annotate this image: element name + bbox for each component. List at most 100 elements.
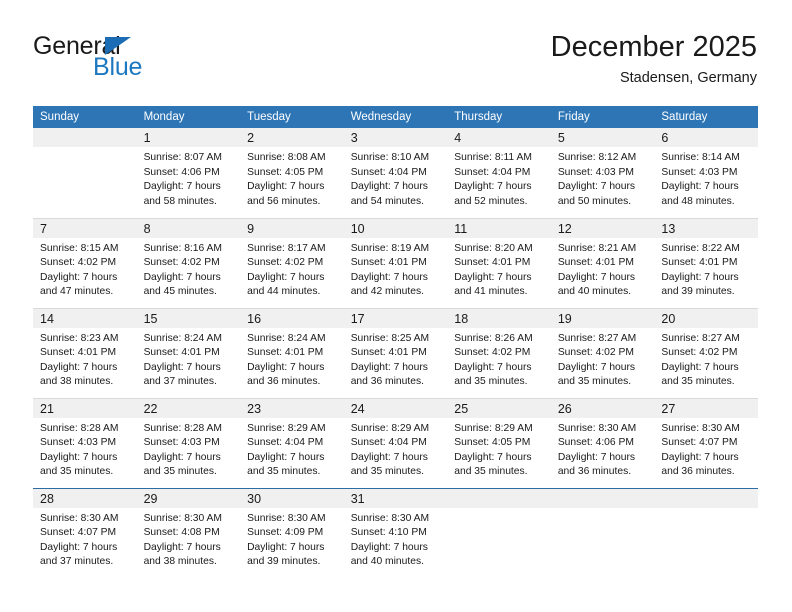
- sunset-text: Sunset: 4:01 PM: [247, 347, 324, 359]
- calendar-day-cell[interactable]: 1 Sunrise: 8:07 AM Sunset: 4:06 PM Daylight…: [136, 128, 241, 218]
- sunset-text: Sunset: 4:10 PM: [350, 527, 427, 539]
- daylight-text-line1: Daylight: 7 hours: [143, 451, 221, 463]
- daylight-text-line2: and 35 minutes.: [454, 376, 528, 388]
- day-number: 13: [661, 221, 676, 236]
- day-number-band: 1: [136, 128, 241, 147]
- daylight-text-line1: Daylight: 7 hours: [557, 361, 636, 373]
- day-number-band: 27: [654, 398, 758, 418]
- sunrise-text: Sunrise: 8:17 AM: [247, 242, 326, 254]
- calendar-day-cell[interactable]: 11 Sunrise: 8:20 AM Sunset: 4:01 PM Dayligh…: [447, 217, 551, 308]
- calendar-day-cell[interactable]: 10 Sunrise: 8:19 AM Sunset: 4:01 PM Dayligh…: [343, 217, 448, 308]
- sunrise-text: Sunrise: 8:29 AM: [350, 422, 430, 434]
- calendar-day-cell[interactable]: 23 Sunrise: 8:29 AM Sunset: 4:04 PM Dayligh…: [240, 397, 344, 488]
- calendar-day-cell[interactable]: 13 Sunrise: 8:22 AM Sunset: 4:01 PM Dayligh…: [654, 217, 758, 308]
- calendar-day-cell[interactable]: 6 Sunrise: 8:14 AM Sunset: 4:03 PM Daylight…: [654, 128, 758, 218]
- calendar-day-cell[interactable]: 5 Sunrise: 8:12 AM Sunset: 4:03 PM Daylight…: [550, 128, 655, 218]
- calendar-day-cell[interactable]: 26 Sunrise: 8:30 AM Sunset: 4:06 PM Dayligh…: [550, 397, 655, 488]
- daylight-text-line1: Daylight: 7 hours: [661, 271, 739, 283]
- calendar-day-cell[interactable]: 9 Sunrise: 8:17 AM Sunset: 4:02 PM Daylight…: [240, 217, 344, 308]
- daylight-text-line1: Daylight: 7 hours: [350, 541, 428, 553]
- day-number: 15: [143, 311, 158, 326]
- day-number: 4: [454, 131, 462, 145]
- day-number-band: 11: [447, 218, 551, 238]
- daylight-text-line2: and 35 minutes.: [143, 466, 217, 478]
- daylight-text-line2: and 44 minutes.: [247, 286, 321, 298]
- day-number-band: 13: [654, 218, 758, 238]
- daylight-text-line1: Daylight: 7 hours: [40, 271, 118, 283]
- daylight-text-line1: Daylight: 7 hours: [247, 361, 325, 373]
- sunset-text: Sunset: 4:05 PM: [247, 166, 324, 178]
- sunset-text: Sunset: 4:09 PM: [247, 527, 324, 539]
- sunrise-text: Sunrise: 8:30 AM: [143, 512, 222, 524]
- daylight-text-line1: Daylight: 7 hours: [143, 181, 221, 193]
- sun-info: Sunrise: 8:14 AM Sunset: 4:03 PM Daylight:…: [654, 147, 758, 209]
- daylight-text-line2: and 36 minutes.: [557, 466, 632, 478]
- sunset-text: Sunset: 4:04 PM: [454, 166, 531, 178]
- location-subtitle: Stadensen, Germany: [619, 70, 757, 86]
- calendar-day-cell[interactable]: 14 Sunrise: 8:23 AM Sunset: 4:01 PM Dayligh…: [33, 307, 137, 398]
- sunset-text: Sunset: 4:02 PM: [40, 257, 117, 269]
- calendar-day-cell[interactable]: 20 Sunrise: 8:27 AM Sunset: 4:02 PM Dayligh…: [654, 307, 758, 398]
- calendar-day-cell[interactable]: 31 Sunrise: 8:30 AM Sunset: 4:10 PM Dayligh…: [343, 487, 448, 578]
- calendar-day-cell[interactable]: 3 Sunrise: 8:10 AM Sunset: 4:04 PM Daylight…: [343, 128, 448, 218]
- daylight-text-line1: Daylight: 7 hours: [247, 181, 325, 193]
- calendar-day-cell[interactable]: 25 Sunrise: 8:29 AM Sunset: 4:05 PM Dayligh…: [447, 397, 551, 488]
- calendar-day-cell[interactable]: 30 Sunrise: 8:30 AM Sunset: 4:09 PM Dayligh…: [240, 487, 344, 578]
- calendar-day-cell[interactable]: 29 Sunrise: 8:30 AM Sunset: 4:08 PM Dayligh…: [136, 487, 241, 578]
- day-cell-inner: 29 Sunrise: 8:30 AM Sunset: 4:08 PM Dayligh…: [136, 488, 241, 578]
- day-number-band: 12: [550, 218, 655, 238]
- day-number: 6: [661, 131, 669, 145]
- calendar-day-cell[interactable]: 27 Sunrise: 8:30 AM Sunset: 4:07 PM Dayligh…: [654, 397, 758, 488]
- sunset-text: Sunset: 4:02 PM: [557, 347, 634, 359]
- calendar-day-cell[interactable]: 17 Sunrise: 8:25 AM Sunset: 4:01 PM Dayligh…: [343, 307, 448, 398]
- daylight-text-line1: Daylight: 7 hours: [661, 181, 739, 193]
- calendar-day-cell[interactable]: 18 Sunrise: 8:26 AM Sunset: 4:02 PM Dayligh…: [447, 307, 551, 398]
- calendar-week-row: 28 Sunrise: 8:30 AM Sunset: 4:07 PM Dayligh…: [33, 487, 758, 578]
- calendar-day-cell[interactable]: 19 Sunrise: 8:27 AM Sunset: 4:02 PM Dayligh…: [550, 307, 655, 398]
- sun-info: Sunrise: 8:28 AM Sunset: 4:03 PM Daylight:…: [33, 418, 137, 480]
- calendar-day-cell[interactable]: 8 Sunrise: 8:16 AM Sunset: 4:02 PM Daylight…: [136, 217, 241, 308]
- daylight-text-line1: Daylight: 7 hours: [350, 361, 428, 373]
- daylight-text-line1: Daylight: 7 hours: [454, 451, 532, 463]
- day-cell-inner: 1 Sunrise: 8:07 AM Sunset: 4:06 PM Daylight…: [136, 128, 241, 217]
- day-number-band: [33, 128, 137, 147]
- day-number: 7: [40, 221, 47, 236]
- calendar-day-cell[interactable]: 15 Sunrise: 8:24 AM Sunset: 4:01 PM Dayligh…: [136, 307, 241, 398]
- calendar-day-cell[interactable]: 16 Sunrise: 8:24 AM Sunset: 4:01 PM Dayligh…: [240, 307, 344, 398]
- day-cell-inner: [550, 488, 655, 578]
- day-cell-inner: 31 Sunrise: 8:30 AM Sunset: 4:10 PM Dayligh…: [343, 488, 448, 578]
- calendar-day-cell[interactable]: 28 Sunrise: 8:30 AM Sunset: 4:07 PM Dayligh…: [33, 487, 137, 578]
- sunset-text: Sunset: 4:07 PM: [661, 437, 738, 449]
- day-number: 5: [557, 131, 565, 145]
- calendar-day-cell[interactable]: 7 Sunrise: 8:15 AM Sunset: 4:02 PM Daylight…: [33, 217, 137, 308]
- sunrise-text: Sunrise: 8:20 AM: [454, 242, 533, 254]
- general-blue-logo[interactable]: General Blue: [33, 34, 213, 90]
- day-cell-inner: 20 Sunrise: 8:27 AM Sunset: 4:02 PM Dayligh…: [654, 308, 758, 398]
- calendar-day-cell[interactable]: 4 Sunrise: 8:11 AM Sunset: 4:04 PM Daylight…: [447, 128, 551, 218]
- calendar-grid: Sunday Monday Tuesday Wednesday Thursday…: [33, 106, 758, 578]
- day-cell-inner: 27 Sunrise: 8:30 AM Sunset: 4:07 PM Dayligh…: [654, 398, 758, 488]
- sunrise-text: Sunrise: 8:30 AM: [247, 512, 326, 524]
- sunrise-text: Sunrise: 8:16 AM: [143, 242, 222, 254]
- daylight-text-line2: and 41 minutes.: [454, 286, 528, 298]
- day-number: 8: [143, 221, 151, 236]
- day-number: 1: [143, 131, 151, 145]
- sun-info: Sunrise: 8:30 AM Sunset: 4:07 PM Daylight:…: [654, 418, 758, 480]
- calendar-day-cell[interactable]: 2 Sunrise: 8:08 AM Sunset: 4:05 PM Daylight…: [240, 128, 344, 218]
- calendar-day-cell[interactable]: 24 Sunrise: 8:29 AM Sunset: 4:04 PM Dayligh…: [343, 397, 448, 488]
- day-cell-inner: 4 Sunrise: 8:11 AM Sunset: 4:04 PM Daylight…: [447, 128, 551, 217]
- day-number: 27: [661, 401, 676, 416]
- day-number: 14: [40, 311, 54, 326]
- sunrise-text: Sunrise: 8:30 AM: [661, 422, 740, 434]
- day-cell-inner: 5 Sunrise: 8:12 AM Sunset: 4:03 PM Daylight…: [550, 128, 655, 217]
- day-cell-inner: 23 Sunrise: 8:29 AM Sunset: 4:04 PM Dayligh…: [240, 398, 344, 488]
- sunset-text: Sunset: 4:01 PM: [40, 347, 117, 359]
- calendar-day-cell[interactable]: 21 Sunrise: 8:28 AM Sunset: 4:03 PM Dayligh…: [33, 397, 137, 488]
- sunrise-text: Sunrise: 8:14 AM: [661, 152, 740, 163]
- daylight-text-line1: Daylight: 7 hours: [350, 271, 428, 283]
- calendar-day-cell[interactable]: 22 Sunrise: 8:28 AM Sunset: 4:03 PM Dayligh…: [136, 397, 241, 488]
- day-cell-inner: [447, 488, 551, 578]
- calendar-day-cell[interactable]: 12 Sunrise: 8:21 AM Sunset: 4:01 PM Dayligh…: [550, 217, 655, 308]
- day-number-band: 24: [343, 398, 448, 418]
- sunrise-text: Sunrise: 8:07 AM: [143, 152, 222, 163]
